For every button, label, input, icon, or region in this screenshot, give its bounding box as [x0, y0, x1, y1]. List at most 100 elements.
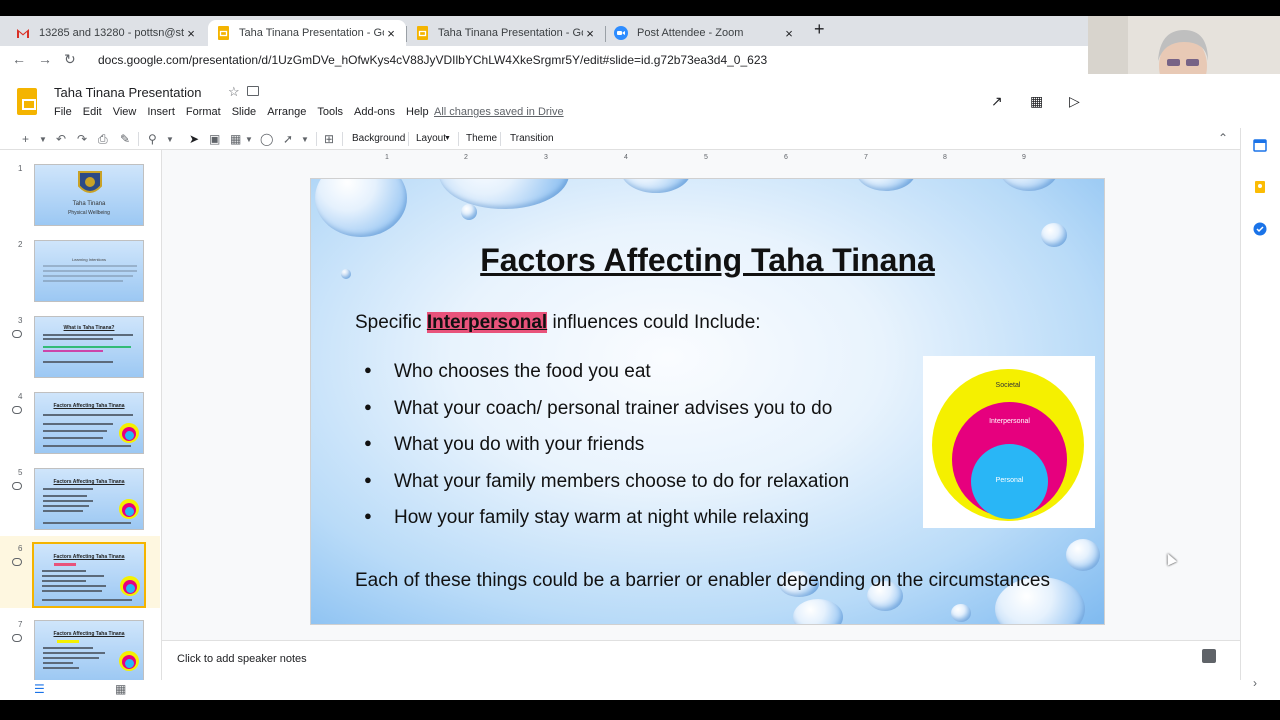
- document-title[interactable]: Taha Tinana Presentation: [54, 85, 201, 100]
- menu-arrange[interactable]: Arrange: [267, 106, 306, 118]
- keep-icon[interactable]: [1253, 180, 1267, 194]
- comments-icon[interactable]: ▦: [1030, 93, 1043, 110]
- speaker-notes[interactable]: Click to add speaker notes: [162, 640, 1240, 680]
- chevron-down-icon[interactable]: ▼: [444, 135, 451, 142]
- text-box-icon[interactable]: ▣: [209, 132, 220, 146]
- transition-button[interactable]: Transition: [510, 133, 554, 144]
- menu-file[interactable]: File: [54, 106, 72, 118]
- forward-icon[interactable]: →: [38, 51, 52, 67]
- menu-help[interactable]: Help: [406, 106, 429, 118]
- slide-thumbnail[interactable]: 2 Learning Intentions: [0, 232, 160, 304]
- slide-title[interactable]: Factors Affecting Taha Tinana: [311, 242, 1104, 279]
- star-icon[interactable]: ☆: [228, 84, 240, 100]
- menu-addons[interactable]: Add-ons: [354, 106, 395, 118]
- close-icon[interactable]: ×: [184, 26, 198, 41]
- slide-thumbnail-image[interactable]: Factors Affecting Taha Tinana: [34, 620, 144, 682]
- save-status[interactable]: All changes saved in Drive: [434, 106, 564, 118]
- select-cursor-icon[interactable]: ➤: [189, 132, 199, 146]
- layout-button[interactable]: Layout: [416, 133, 446, 144]
- present-icon[interactable]: ▷: [1069, 93, 1080, 110]
- menu-tools[interactable]: Tools: [317, 106, 343, 118]
- tab-gmail[interactable]: 13285 and 13280 - pottsn@strea ×: [8, 20, 206, 46]
- grid-view-icon[interactable]: ▦: [115, 682, 126, 696]
- thumb-text-line: [42, 570, 86, 572]
- image-icon[interactable]: ▦: [230, 132, 241, 146]
- chevron-down-icon[interactable]: ▼: [301, 135, 309, 144]
- slide-thumbnail[interactable]: 1 Taha Tinana Physical Wellbeing: [0, 156, 160, 228]
- chevron-down-icon[interactable]: ▼: [39, 135, 47, 144]
- ruler-tick: 1: [385, 154, 389, 161]
- chevron-down-icon[interactable]: ▼: [245, 135, 253, 144]
- thumb-text-line: [43, 430, 107, 432]
- slide-thumbnail-image[interactable]: Taha Tinana Physical Wellbeing: [34, 164, 144, 226]
- chevron-down-icon[interactable]: ▼: [166, 135, 174, 144]
- thumb-text-line: [43, 662, 73, 664]
- menu-view[interactable]: View: [113, 106, 137, 118]
- close-icon[interactable]: ×: [384, 26, 398, 41]
- menu-format[interactable]: Format: [186, 106, 221, 118]
- ruler-tick: 4: [624, 154, 628, 161]
- thumb-diagram: [120, 576, 140, 596]
- zoom-icon[interactable]: ⚲: [148, 132, 157, 146]
- reload-icon[interactable]: ↻: [64, 51, 76, 68]
- slide-thumbnail-selected[interactable]: 6 Factors Affecting Taha Tinana: [0, 536, 160, 608]
- explore-icon[interactable]: [1202, 649, 1216, 663]
- slides-icon: [415, 26, 429, 40]
- new-slide-icon[interactable]: +: [22, 132, 29, 146]
- url-field[interactable]: docs.google.com/presentation/d/1UzGmDVe_…: [98, 53, 767, 67]
- expand-side-panel-icon[interactable]: ›: [1253, 676, 1257, 690]
- societal-label: Societal: [995, 382, 1021, 389]
- tab-zoom[interactable]: Post Attendee - Zoom ×: [606, 20, 804, 46]
- activity-trend-icon[interactable]: ↗: [991, 93, 1003, 110]
- thumb-text-line: [42, 585, 106, 587]
- slide-thumbnail[interactable]: 7 Factors Affecting Taha Tinana: [0, 612, 160, 684]
- background-button[interactable]: Background: [352, 133, 405, 144]
- print-icon[interactable]: ⎙: [98, 132, 108, 147]
- thumb-text-line: [43, 334, 133, 336]
- new-tab-button[interactable]: +: [814, 19, 825, 40]
- thumb-text-line: [43, 338, 113, 340]
- menu-slide[interactable]: Slide: [232, 106, 256, 118]
- speaker-notes-placeholder[interactable]: Click to add speaker notes: [177, 653, 307, 665]
- add-comment-icon[interactable]: ⊞: [324, 132, 334, 146]
- slide-subtitle[interactable]: Specific Interpersonal influences could …: [355, 312, 761, 334]
- tab-title: Taha Tinana Presentation - Goog: [438, 27, 583, 39]
- slides-logo-icon[interactable]: [17, 88, 37, 115]
- tab-slides-active[interactable]: Taha Tinana Presentation - Goog ×: [208, 20, 406, 46]
- shape-icon[interactable]: ◯: [260, 132, 273, 146]
- close-icon[interactable]: ×: [583, 26, 597, 41]
- slide-thumbnail[interactable]: 4 Factors Affecting Taha Tinana: [0, 384, 160, 456]
- address-bar: ← → ↻ docs.google.com/presentation/d/1Uz…: [0, 46, 1090, 74]
- bullet-list[interactable]: Who chooses the food you eat What your c…: [364, 361, 849, 544]
- undo-icon[interactable]: ↶: [56, 132, 66, 146]
- theme-button[interactable]: Theme: [466, 133, 497, 144]
- calendar-icon[interactable]: [1253, 138, 1267, 152]
- folder-icon[interactable]: [247, 86, 259, 96]
- back-icon[interactable]: ←: [12, 51, 26, 67]
- redo-icon[interactable]: ↷: [77, 132, 87, 146]
- slide-thumbnail-image[interactable]: Factors Affecting Taha Tinana: [32, 542, 146, 608]
- toolbar-divider: [408, 132, 409, 146]
- thumb-text-line: [43, 414, 133, 416]
- water-drop-decoration: [856, 179, 916, 191]
- thumb-highlight: [57, 640, 79, 643]
- slide-thumbnail[interactable]: 5 Factors Affecting Taha Tinana: [0, 460, 160, 532]
- water-drop-decoration: [461, 204, 477, 220]
- collapse-toolbar-icon[interactable]: ⌃: [1218, 131, 1228, 145]
- line-icon[interactable]: ➚: [283, 132, 293, 146]
- slide-thumbnail-image[interactable]: Factors Affecting Taha Tinana: [34, 392, 144, 454]
- tasks-icon[interactable]: [1253, 222, 1267, 236]
- slide-thumbnail[interactable]: 3 What is Taha Tinana?: [0, 308, 160, 380]
- slide-thumbnail-image[interactable]: What is Taha Tinana?: [34, 316, 144, 378]
- paint-format-icon[interactable]: ✎: [120, 132, 130, 146]
- slide-footer-text[interactable]: Each of these things could be a barrier …: [355, 568, 1075, 593]
- influence-diagram[interactable]: Societal Interpersonal Personal: [923, 356, 1095, 528]
- tab-slides[interactable]: Taha Tinana Presentation - Goog ×: [407, 20, 605, 46]
- slide-thumbnail-image[interactable]: Learning Intentions: [34, 240, 144, 302]
- slide[interactable]: Factors Affecting Taha Tinana Specific I…: [310, 178, 1105, 625]
- menu-insert[interactable]: Insert: [147, 106, 175, 118]
- filmstrip-view-icon[interactable]: ☰: [34, 682, 45, 696]
- menu-edit[interactable]: Edit: [83, 106, 102, 118]
- close-icon[interactable]: ×: [782, 26, 796, 41]
- slide-thumbnail-image[interactable]: Factors Affecting Taha Tinana: [34, 468, 144, 530]
